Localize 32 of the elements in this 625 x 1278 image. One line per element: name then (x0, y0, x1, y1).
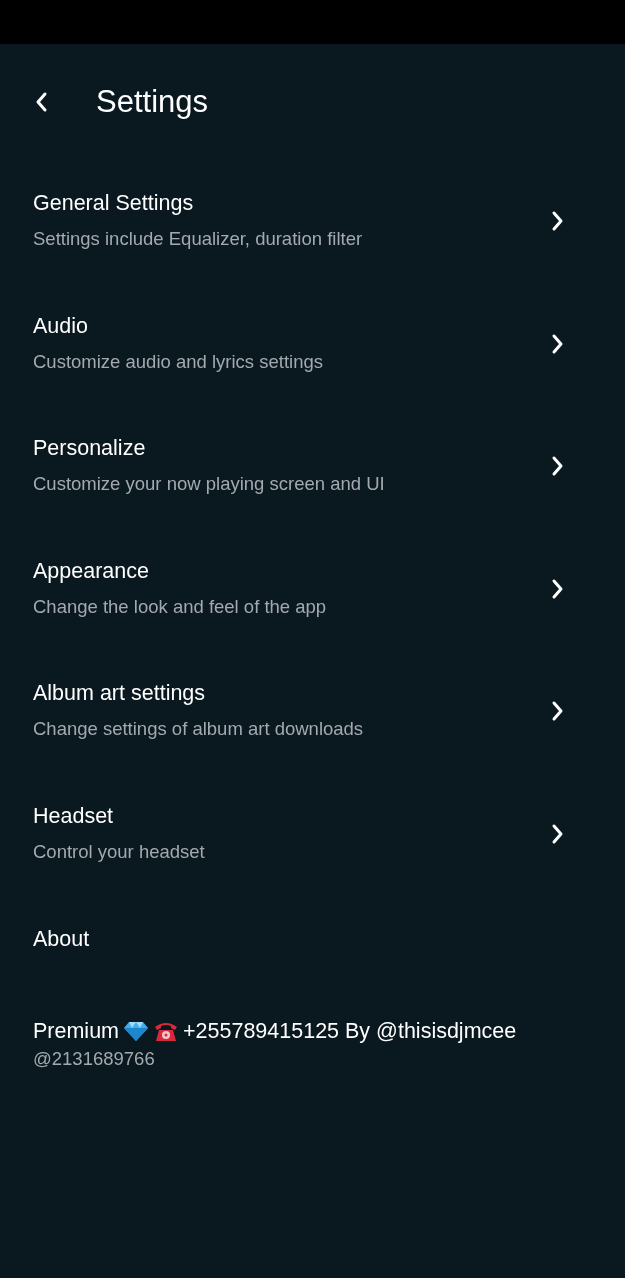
item-subtitle: Customize your now playing screen and UI (33, 472, 386, 497)
item-subtitle: Change the look and feel of the app (33, 594, 328, 619)
chevron-icon (551, 822, 565, 845)
chevron-icon (551, 700, 565, 723)
item-title: General Settings (33, 190, 195, 218)
settings-item[interactable]: Album art settings Change settings of album art downloads (0, 650, 625, 773)
settings-item[interactable]: Headset Control your headset (0, 772, 625, 895)
chevron-icon (551, 577, 565, 600)
item-subtitle: @2131689766 (33, 1047, 156, 1072)
diamond-icon (123, 1020, 149, 1043)
settings-item[interactable]: Personalize Customize your now playing screen and UI (0, 405, 625, 528)
settings-item[interactable]: General Settings Settings include Equalizer, duration filter (0, 160, 625, 283)
item-title: Personalize (33, 435, 147, 463)
chevron-icon (551, 455, 565, 478)
item-title: Album art settings (33, 680, 207, 708)
back-icon[interactable] (34, 91, 48, 113)
page-title: Settings (96, 82, 208, 121)
chevron-icon (551, 332, 565, 355)
premium-text: +255789415125 By @thisisdjmcee (183, 1018, 517, 1046)
item-subtitle: Settings include Equalizer, duration filter (33, 227, 364, 252)
item-title: Audio (33, 312, 89, 340)
item-title: Premium (33, 1018, 119, 1046)
settings-item[interactable]: About (0, 895, 625, 983)
item-subtitle: Customize audio and lyrics settings (33, 349, 324, 374)
item-subtitle: Change settings of album art downloads (33, 717, 365, 742)
settings-item[interactable]: Appearance Change the look and feel of the app (0, 527, 625, 650)
item-title: About (33, 926, 91, 953)
item-title: Headset (33, 802, 115, 830)
settings-item[interactable]: Audio Customize audio and lyrics settings (0, 282, 625, 405)
chevron-icon (551, 210, 565, 233)
item-subtitle: Control your headset (33, 839, 206, 864)
item-title: Appearance (33, 557, 150, 585)
